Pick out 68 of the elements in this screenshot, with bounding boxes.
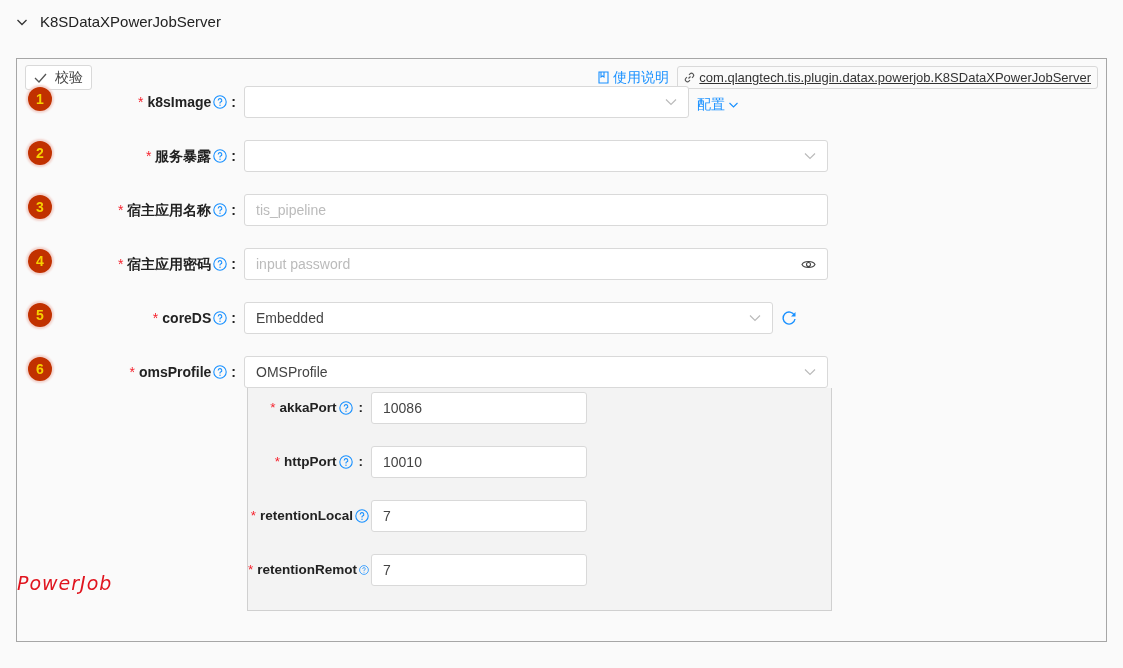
- chevron-down-icon: [804, 368, 816, 376]
- field-label: retentionRemot: [257, 560, 358, 579]
- section-title: K8SDataXPowerJobServer: [40, 11, 221, 32]
- logo-text: PowerJob: [17, 571, 113, 596]
- label-colon: :: [231, 308, 236, 328]
- required-asterisk: *: [270, 398, 276, 417]
- help-icon[interactable]: [213, 149, 228, 163]
- plugin-link[interactable]: com.qlangtech.tis.plugin.datax.powerjob.K8SDataXPowerJobServer: [677, 65, 1098, 90]
- required-asterisk: *: [129, 362, 135, 382]
- required-asterisk: *: [117, 200, 124, 220]
- help-icon[interactable]: [213, 365, 228, 379]
- label-colon: :: [231, 200, 236, 220]
- field-label: k8sImage: [147, 92, 212, 112]
- select-field[interactable]: OMSProfile: [244, 356, 828, 388]
- help-icon[interactable]: [213, 95, 228, 109]
- chevron-down-icon: [749, 314, 761, 322]
- link-icon: [684, 72, 696, 83]
- field-label: 服务暴露: [155, 146, 212, 166]
- label-colon: :: [358, 452, 363, 471]
- step-number: 6: [28, 357, 52, 381]
- select-field[interactable]: [244, 140, 828, 172]
- select-field[interactable]: [244, 86, 689, 118]
- step-number: 3: [28, 195, 52, 219]
- select-field[interactable]: Embedded: [244, 302, 773, 334]
- help-icon[interactable]: [213, 203, 228, 217]
- help-icon[interactable]: [338, 455, 353, 469]
- required-asterisk: *: [138, 92, 144, 112]
- help-icon[interactable]: [338, 401, 353, 415]
- field-label: coreDS: [162, 308, 212, 328]
- label-colon: :: [231, 254, 236, 274]
- caret-icon: [729, 101, 738, 108]
- chevron-down-icon: [665, 98, 677, 106]
- eye-icon[interactable]: [801, 259, 816, 270]
- input-field[interactable]: 10010: [371, 446, 587, 478]
- label-colon: :: [358, 398, 363, 417]
- help-icon[interactable]: [213, 257, 228, 271]
- field-label: 宿主应用名称: [127, 200, 212, 220]
- step-number: 4: [28, 249, 52, 273]
- help-icon[interactable]: [213, 311, 228, 325]
- label-colon: :: [231, 146, 236, 166]
- validate-button[interactable]: 校验: [25, 65, 92, 90]
- input-field[interactable]: tis_pipeline: [244, 194, 828, 226]
- required-asterisk: *: [152, 308, 159, 328]
- input-field[interactable]: 10086: [371, 392, 587, 424]
- password-field[interactable]: input password: [244, 248, 828, 280]
- field-label: httpPort: [284, 452, 337, 471]
- step-number: 1: [28, 87, 52, 111]
- refresh-icon[interactable]: [781, 310, 797, 326]
- chevron-down-icon: [804, 152, 816, 160]
- label-colon: :: [231, 92, 236, 112]
- field-label: akkaPort: [279, 398, 337, 417]
- required-asterisk: *: [145, 146, 152, 166]
- required-asterisk: *: [274, 452, 280, 471]
- label-colon: :: [231, 362, 236, 382]
- check-icon: [34, 72, 47, 83]
- field-label: 宿主应用密码: [127, 254, 212, 274]
- input-field[interactable]: 7: [371, 500, 587, 532]
- required-asterisk: *: [250, 506, 256, 525]
- step-number: 5: [28, 303, 52, 327]
- input-field[interactable]: 7: [371, 554, 587, 586]
- required-asterisk: *: [117, 254, 124, 274]
- field-label: retentionLocal: [260, 506, 353, 525]
- help-icon[interactable]: [355, 509, 369, 523]
- step-number: 2: [28, 141, 52, 165]
- required-asterisk: *: [248, 560, 254, 579]
- help-icon[interactable]: [359, 563, 369, 577]
- field-label: omsProfile: [138, 362, 212, 382]
- book-icon: [598, 71, 610, 84]
